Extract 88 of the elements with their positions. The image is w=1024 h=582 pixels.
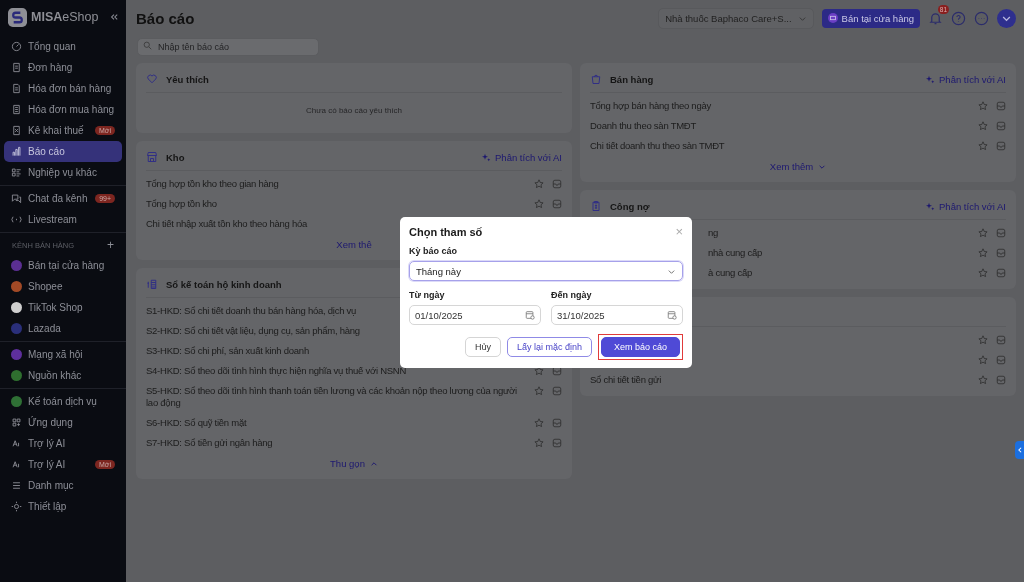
sidebar-item[interactable]: Shopee	[4, 276, 122, 297]
menu-icon	[11, 41, 22, 52]
dialog-title: Chọn tham số	[409, 225, 483, 238]
period-select[interactable]: Tháng này	[409, 261, 683, 281]
sparkle-icon[interactable]	[926, 74, 936, 84]
menu-icon	[11, 214, 22, 225]
star-icon[interactable]	[978, 101, 988, 111]
star-icon[interactable]	[978, 355, 988, 365]
search-field[interactable]: Nhập tên báo cáo	[137, 38, 319, 56]
field-label: Kỳ báo cáo	[409, 246, 458, 256]
card-title: Sổ kế toán hộ kinh doanh	[166, 278, 283, 290]
store-button[interactable]: Bán tại cửa hàng	[821, 8, 920, 28]
menu-icon	[11, 501, 22, 512]
card-title: Công nợ	[610, 200, 651, 212]
category-icon	[146, 73, 158, 85]
sidebar-item[interactable]: Bán tại cửa hàng	[4, 255, 122, 276]
menu-icon	[11, 167, 22, 178]
help-icon[interactable]	[951, 10, 966, 26]
page-title: Báo cáo	[136, 9, 195, 27]
star-icon[interactable]	[978, 248, 988, 258]
account-menu-icon[interactable]	[997, 8, 1016, 28]
star-icon[interactable]	[534, 418, 544, 428]
expand-handle[interactable]	[1015, 441, 1024, 459]
menu-icon	[11, 83, 22, 94]
calendar-icon[interactable]	[667, 310, 677, 320]
bell-icon[interactable]	[928, 10, 943, 26]
star-icon[interactable]	[978, 121, 988, 131]
card-title: Yêu thích	[166, 73, 210, 85]
menu-icon	[11, 193, 22, 204]
sidebar-item[interactable]: Nghiệp vụ khác	[4, 162, 122, 183]
sidebar-item[interactable]: Hóa đơn bán hàng	[4, 78, 122, 99]
add-channel-button[interactable]: +	[107, 238, 114, 252]
sidebar-item[interactable]: Danh mục	[4, 475, 122, 496]
star-icon[interactable]	[534, 438, 544, 448]
logo-text: MISAeShop	[31, 10, 100, 24]
menu-icon	[11, 480, 22, 491]
date-field[interactable]: 01/10/2025	[409, 305, 541, 325]
sidebar-item[interactable]: Nguồn khác	[4, 365, 122, 386]
date-field[interactable]: 31/10/2025	[551, 305, 683, 325]
star-icon[interactable]	[534, 199, 544, 209]
star-icon[interactable]	[534, 179, 544, 189]
category-icon	[590, 73, 602, 85]
report-icon[interactable]	[552, 366, 562, 376]
sidebar-item[interactable]: Lazada	[4, 318, 122, 339]
menu-icon	[11, 438, 22, 449]
calendar-icon[interactable]	[525, 310, 535, 320]
sparkle-icon[interactable]	[482, 152, 492, 162]
sidebar-item[interactable]: Mạng xã hội	[4, 344, 122, 365]
cancel-button[interactable]: Hủy	[464, 337, 501, 357]
menu-icon	[11, 146, 22, 157]
store-icon	[827, 13, 838, 23]
sidebar-item[interactable]: Trợ lý AI	[4, 433, 122, 454]
menu-icon	[11, 104, 22, 115]
collapse-icon[interactable]	[110, 13, 118, 21]
sidebar-item[interactable]: Livestream	[4, 209, 122, 230]
menu-icon	[11, 62, 22, 73]
star-icon[interactable]	[534, 366, 544, 376]
sidebar-item[interactable]: Đơn hàng	[4, 57, 122, 78]
menu-icon	[11, 125, 22, 136]
card-title: Kho	[166, 151, 186, 163]
star-icon[interactable]	[978, 268, 988, 278]
star-icon[interactable]	[978, 141, 988, 151]
chat-icon[interactable]	[974, 10, 989, 26]
sidebar-item[interactable]: TikTok Shop	[4, 297, 122, 318]
category-icon	[146, 278, 158, 290]
menu-icon	[11, 459, 22, 470]
chevron-icon[interactable]	[369, 459, 378, 468]
sidebar-item[interactable]: Thiết lập	[4, 496, 122, 517]
category-icon	[146, 151, 158, 163]
sidebar-item[interactable]: Tổng quan	[4, 36, 122, 57]
sidebar-item[interactable]: Hóa đơn mua hàng	[4, 99, 122, 120]
sidebar-item[interactable]: Ứng dụng	[4, 412, 122, 433]
star-icon[interactable]	[534, 386, 544, 396]
card-title: Bán hàng	[610, 73, 655, 85]
sidebar-item[interactable]: Báo cáo	[4, 141, 122, 162]
reset-button[interactable]: Lấy lại mặc định	[506, 337, 592, 357]
logo-icon	[8, 7, 27, 27]
star-icon[interactable]	[978, 335, 988, 345]
star-icon[interactable]	[978, 228, 988, 238]
search-icon	[143, 40, 152, 50]
field-label: Từ ngày	[409, 290, 446, 300]
sidebar-item[interactable]: Kế toán dịch vụ	[4, 391, 122, 412]
category-icon	[590, 200, 602, 212]
field-label: Đến ngày	[551, 290, 593, 300]
menu-icon	[11, 417, 22, 428]
sparkle-icon[interactable]	[926, 201, 936, 211]
view-report-button[interactable]: Xem báo cáo	[600, 337, 680, 357]
star-icon[interactable]	[978, 375, 988, 385]
